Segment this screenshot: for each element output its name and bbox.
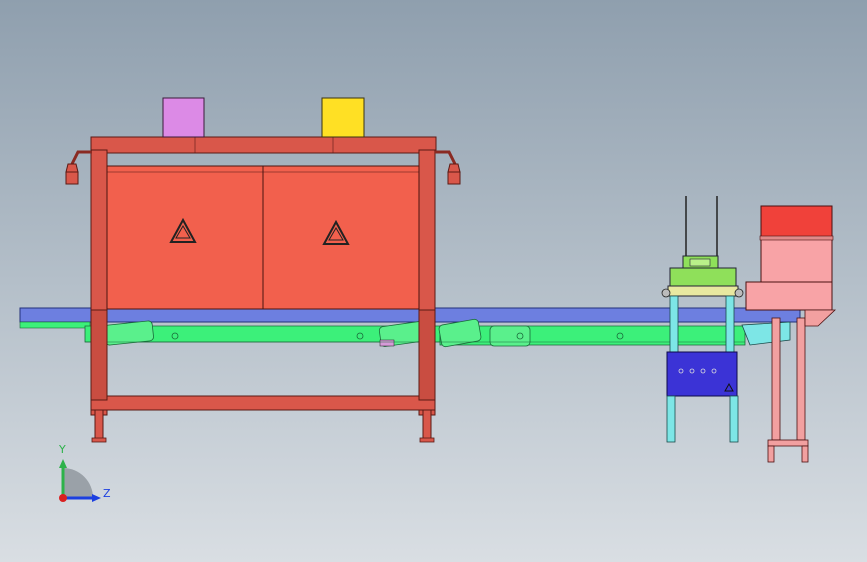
z-axis-label: Z: [103, 487, 111, 500]
oven-doors: [106, 165, 420, 310]
coordinate-triad: [59, 459, 101, 502]
left-lamp: [65, 150, 92, 185]
chain-conveyor: [84, 318, 746, 348]
top-box-magenta: [162, 97, 205, 138]
y-axis-arrowhead: [59, 459, 67, 468]
z-axis-arrowhead: [92, 494, 101, 502]
right-lamp: [435, 150, 461, 185]
cad-viewport[interactable]: Y Z: [0, 0, 867, 562]
machine-drawing: [19, 97, 837, 502]
y-axis-label: Y: [59, 443, 66, 456]
origin-dot: [59, 494, 67, 502]
top-box-yellow: [321, 97, 365, 138]
